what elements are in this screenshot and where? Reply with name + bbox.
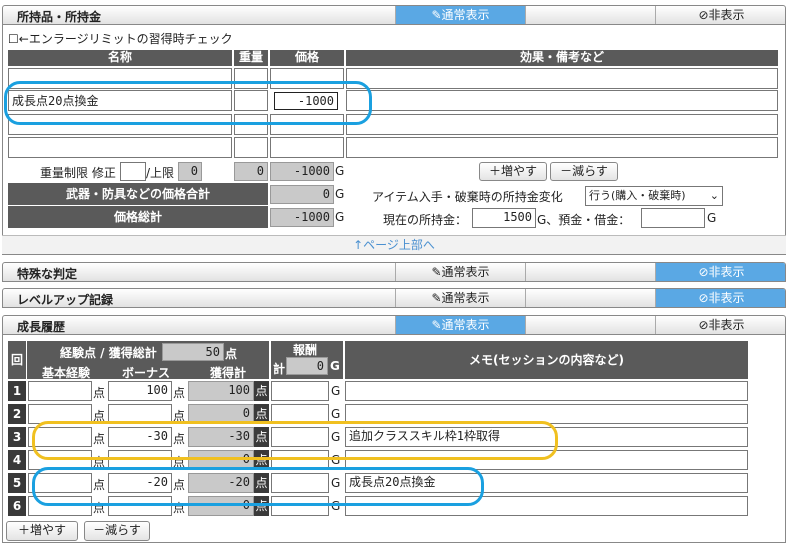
growth-bonus-input[interactable]: 100 bbox=[108, 381, 172, 401]
tab-normal-view[interactable]: ✎通常表示 bbox=[395, 6, 525, 24]
highlight-ring bbox=[4, 81, 372, 125]
add-item-button[interactable]: ＋増やす bbox=[479, 162, 547, 181]
deposit-label: G、預金・借金： bbox=[537, 213, 631, 227]
col-header-price: 価格 bbox=[270, 50, 344, 66]
tab-normal-label: 通常表示 bbox=[441, 291, 490, 305]
price-grand-label: 価格総計 bbox=[8, 206, 268, 228]
growth-round-number: 2 bbox=[8, 404, 26, 424]
chevron-down-icon: ⌄ bbox=[709, 189, 719, 202]
col-header-bonus: ボーナス bbox=[122, 366, 171, 380]
currency-g: G bbox=[331, 384, 341, 398]
item-effect-input[interactable] bbox=[346, 68, 778, 89]
remove-item-button[interactable]: －減らす bbox=[550, 162, 618, 181]
pt-unit: 点 bbox=[173, 386, 186, 400]
col-header-gain-total: 獲得計 bbox=[210, 366, 247, 380]
tab-spacer bbox=[525, 263, 655, 281]
growth-reward-input[interactable] bbox=[271, 381, 329, 401]
growth-section-header: 成長履歴 ✎通常表示 ⊘非表示 bbox=[2, 315, 786, 335]
item-name-input[interactable] bbox=[8, 137, 232, 158]
special-section-title: 特殊な判定 bbox=[17, 267, 78, 281]
exp-total-value: 50 bbox=[162, 343, 224, 361]
col-header-weight: 重量 bbox=[234, 50, 268, 66]
price-total-value: -1000 bbox=[270, 162, 334, 181]
tab-normal-view[interactable]: ✎通常表示 bbox=[395, 316, 525, 334]
item-weight-input[interactable] bbox=[234, 137, 268, 158]
highlight-ring-yellow bbox=[32, 421, 558, 460]
col-header-name: 名称 bbox=[8, 50, 232, 66]
price-grand-value: -1000 bbox=[270, 208, 334, 227]
remove-growth-row-button[interactable]: －減らす bbox=[84, 521, 150, 541]
money-change-select-value: 行う(購入・破棄時) bbox=[589, 189, 686, 202]
weapon-total-label: 武器・防具などの価格合計 bbox=[8, 183, 268, 205]
currency-g: G bbox=[331, 407, 341, 421]
current-money-label: 現在の所持金： bbox=[383, 213, 468, 227]
memo-header: メモ(セッションの内容など) bbox=[345, 341, 748, 379]
exp-total-label: 経験点 / 獲得総計 bbox=[60, 346, 157, 360]
currency-g: G bbox=[335, 210, 345, 224]
reward-label: 報酬 bbox=[293, 343, 318, 357]
deposit-input[interactable] bbox=[641, 208, 705, 228]
currency-g: G bbox=[335, 187, 345, 201]
reward-total-value: 0 bbox=[286, 357, 328, 375]
add-growth-row-button[interactable]: ＋増やす bbox=[6, 521, 78, 541]
tab-hidden-label: ⊘非表示 bbox=[698, 318, 745, 332]
growth-round-number: 6 bbox=[8, 496, 26, 516]
page-top-link[interactable]: ↑ページ上部へ bbox=[2, 235, 786, 254]
enlarge-limit-checkbox[interactable]: ☐←エンラージリミットの習得時チェック bbox=[8, 30, 233, 47]
col-header-round: 回 bbox=[8, 341, 26, 379]
pt-unit: 点 bbox=[254, 381, 269, 401]
tab-hidden-view[interactable]: ⊘非表示 bbox=[655, 289, 785, 307]
weight-upper-label: /上限 bbox=[146, 166, 175, 180]
currency-g: G bbox=[707, 211, 717, 225]
tab-hidden-label: ⊘非表示 bbox=[698, 8, 745, 22]
tab-spacer bbox=[525, 6, 655, 24]
item-effect-input[interactable] bbox=[346, 137, 778, 158]
growth-round-number: 5 bbox=[8, 473, 26, 493]
item-effect-input[interactable] bbox=[346, 114, 778, 135]
tab-normal-label: 通常表示 bbox=[441, 318, 490, 332]
pt-unit: 点 bbox=[225, 347, 238, 361]
growth-section-title: 成長履歴 bbox=[17, 320, 66, 334]
weight-modifier-input[interactable] bbox=[120, 162, 146, 181]
tab-hidden-view[interactable]: ⊘非表示 bbox=[655, 6, 785, 24]
tab-hidden-view[interactable]: ⊘非表示 bbox=[655, 316, 785, 334]
weapon-total-value: 0 bbox=[270, 185, 334, 204]
highlight-ring-blue bbox=[32, 467, 484, 506]
weight-total-value: 0 bbox=[234, 162, 268, 181]
tab-spacer bbox=[525, 316, 655, 334]
levelup-section-header[interactable]: レベルアップ記録 ✎通常表示 ⊘非表示 bbox=[2, 288, 786, 308]
growth-round-number: 3 bbox=[8, 427, 26, 447]
items-section-title: 所持品・所持金 bbox=[17, 10, 102, 24]
current-money-input[interactable]: 1500 bbox=[472, 208, 536, 228]
money-change-label: アイテム入手・破棄時の所持金変化 bbox=[372, 190, 563, 204]
col-header-effect: 効果・備考など bbox=[346, 50, 778, 66]
tab-hidden-view[interactable]: ⊘非表示 bbox=[655, 263, 785, 281]
growth-memo-input[interactable] bbox=[345, 381, 748, 401]
growth-gain-total: 100 bbox=[188, 381, 254, 401]
items-section-header: 所持品・所持金 ✎通常表示 ⊘非表示 bbox=[2, 5, 786, 25]
growth-round-number: 4 bbox=[8, 450, 26, 470]
weight-limit-label: 重量制限 修正 bbox=[40, 166, 116, 180]
col-header-base: 基本経験 bbox=[42, 366, 91, 380]
tab-normal-label: 通常表示 bbox=[441, 265, 490, 279]
tab-spacer bbox=[525, 289, 655, 307]
tab-normal-label: 通常表示 bbox=[441, 8, 490, 22]
special-section-header[interactable]: 特殊な判定 ✎通常表示 ⊘非表示 bbox=[2, 262, 786, 282]
growth-round-number: 1 bbox=[8, 381, 26, 401]
item-effect-input[interactable] bbox=[346, 90, 778, 111]
tab-hidden-label: ⊘非表示 bbox=[698, 291, 745, 305]
tab-hidden-label: ⊘非表示 bbox=[698, 265, 745, 279]
tab-normal-view[interactable]: ✎通常表示 bbox=[395, 263, 525, 281]
levelup-section-title: レベルアップ記録 bbox=[17, 293, 114, 307]
currency-g: G bbox=[335, 164, 345, 178]
reward-total-label: 計 bbox=[273, 362, 286, 376]
pt-unit: 点 bbox=[93, 386, 106, 400]
money-change-select[interactable]: 行う(購入・破棄時) ⌄ bbox=[585, 186, 723, 206]
tab-normal-view[interactable]: ✎通常表示 bbox=[395, 289, 525, 307]
growth-base-input[interactable] bbox=[28, 381, 92, 401]
currency-g: G bbox=[330, 359, 340, 373]
item-price-input[interactable] bbox=[270, 137, 344, 158]
weight-upper-value: 0 bbox=[178, 162, 202, 181]
